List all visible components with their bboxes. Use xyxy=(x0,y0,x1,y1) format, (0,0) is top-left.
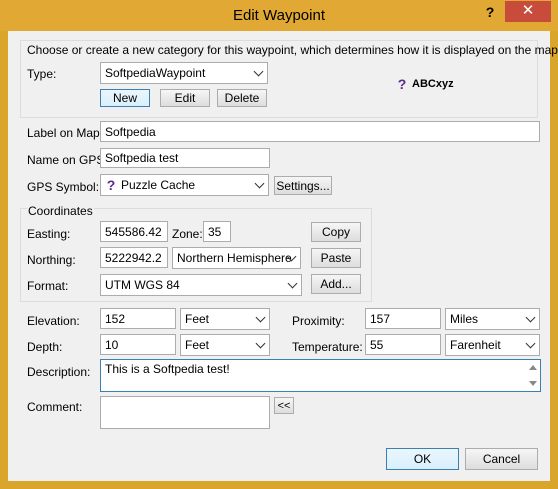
scroll-up-icon[interactable] xyxy=(529,365,537,370)
northing-label: Northing: xyxy=(27,253,76,267)
edit-category-button[interactable]: Edit xyxy=(160,89,210,107)
chevron-down-icon xyxy=(525,312,536,323)
puzzle-icon: ? xyxy=(397,76,407,92)
hemisphere-select[interactable]: Northern Hemisphere xyxy=(172,247,301,269)
chevron-down-icon xyxy=(253,66,264,77)
description-label: Description: xyxy=(27,365,91,379)
name-on-gps-input[interactable]: Softpedia test xyxy=(100,148,270,168)
zone-label: Zone: xyxy=(172,227,203,241)
gps-symbol-label: GPS Symbol: xyxy=(27,180,100,194)
gps-symbol-select[interactable]: ? Puzzle Cache xyxy=(100,174,269,196)
settings-button[interactable]: Settings... xyxy=(274,176,332,195)
scroll-down-icon[interactable] xyxy=(529,381,537,386)
temperature-input[interactable]: 55 xyxy=(365,334,441,355)
delete-category-button[interactable]: Delete xyxy=(217,89,267,107)
help-button[interactable]: ? xyxy=(480,3,500,23)
coordinates-group-label: Coordinates xyxy=(27,204,94,218)
format-value: UTM WGS 84 xyxy=(105,278,180,292)
category-preview: ? ABCxyz xyxy=(396,76,454,92)
label-on-map-label: Label on Map: xyxy=(27,126,104,140)
depth-unit-select[interactable]: Feet xyxy=(180,334,270,356)
depth-label: Depth: xyxy=(27,340,63,354)
type-value: SoftpediaWaypoint xyxy=(105,66,206,80)
chevron-down-icon xyxy=(287,278,298,289)
format-label: Format: xyxy=(27,279,69,293)
elevation-label: Elevation: xyxy=(27,314,80,328)
elevation-input[interactable]: 152 xyxy=(100,308,176,329)
description-value: This is a Softpedia test! xyxy=(105,362,230,376)
hemisphere-value: Northern Hemisphere xyxy=(177,251,292,265)
zone-input[interactable]: 35 xyxy=(203,221,231,242)
format-select[interactable]: UTM WGS 84 xyxy=(100,274,302,296)
temperature-unit-value: Farenheit xyxy=(450,338,501,352)
new-category-button[interactable]: New xyxy=(100,89,150,107)
proximity-unit-value: Miles xyxy=(450,312,479,326)
paste-button[interactable]: Paste xyxy=(311,248,361,268)
name-on-gps-label: Name on GPS: xyxy=(27,153,108,167)
add-format-button[interactable]: Add... xyxy=(311,274,361,294)
depth-unit-value: Feet xyxy=(185,338,210,352)
cancel-button[interactable]: Cancel xyxy=(465,448,538,470)
easting-input[interactable]: 545586.42 xyxy=(100,221,168,242)
temperature-unit-select[interactable]: Farenheit xyxy=(445,334,540,356)
insert-comment-button[interactable]: << xyxy=(274,397,294,414)
elevation-unit-select[interactable]: Feet xyxy=(180,308,270,330)
category-instruction: Choose or create a new category for this… xyxy=(27,43,558,57)
label-on-map-input[interactable]: Softpedia xyxy=(100,121,540,142)
ok-button[interactable]: OK xyxy=(386,448,459,470)
comment-textarea[interactable] xyxy=(100,396,270,429)
chevron-down-icon xyxy=(255,338,266,349)
gps-symbol-value: Puzzle Cache xyxy=(121,178,196,192)
proximity-label: Proximity: xyxy=(292,314,345,328)
proximity-unit-select[interactable]: Miles xyxy=(445,308,540,330)
type-select[interactable]: SoftpediaWaypoint xyxy=(100,62,268,84)
comment-label: Comment: xyxy=(27,400,83,414)
chevron-down-icon xyxy=(255,312,266,323)
preview-text: ABCxyz xyxy=(412,78,454,90)
close-button[interactable]: ✕ xyxy=(505,1,551,22)
elevation-unit-value: Feet xyxy=(185,312,210,326)
puzzle-cache-icon: ? xyxy=(106,177,116,193)
chevron-down-icon xyxy=(254,178,265,189)
description-textarea[interactable]: This is a Softpedia test! xyxy=(100,359,541,392)
easting-label: Easting: xyxy=(27,227,71,241)
proximity-input[interactable]: 157 xyxy=(365,308,441,329)
depth-input[interactable]: 10 xyxy=(100,334,176,355)
copy-button[interactable]: Copy xyxy=(311,222,361,242)
temperature-label: Temperature: xyxy=(292,340,363,354)
window-title: Edit Waypoint xyxy=(233,7,325,24)
chevron-down-icon xyxy=(525,338,536,349)
type-label: Type: xyxy=(27,67,57,81)
northing-input[interactable]: 5222942.2 xyxy=(100,247,168,268)
